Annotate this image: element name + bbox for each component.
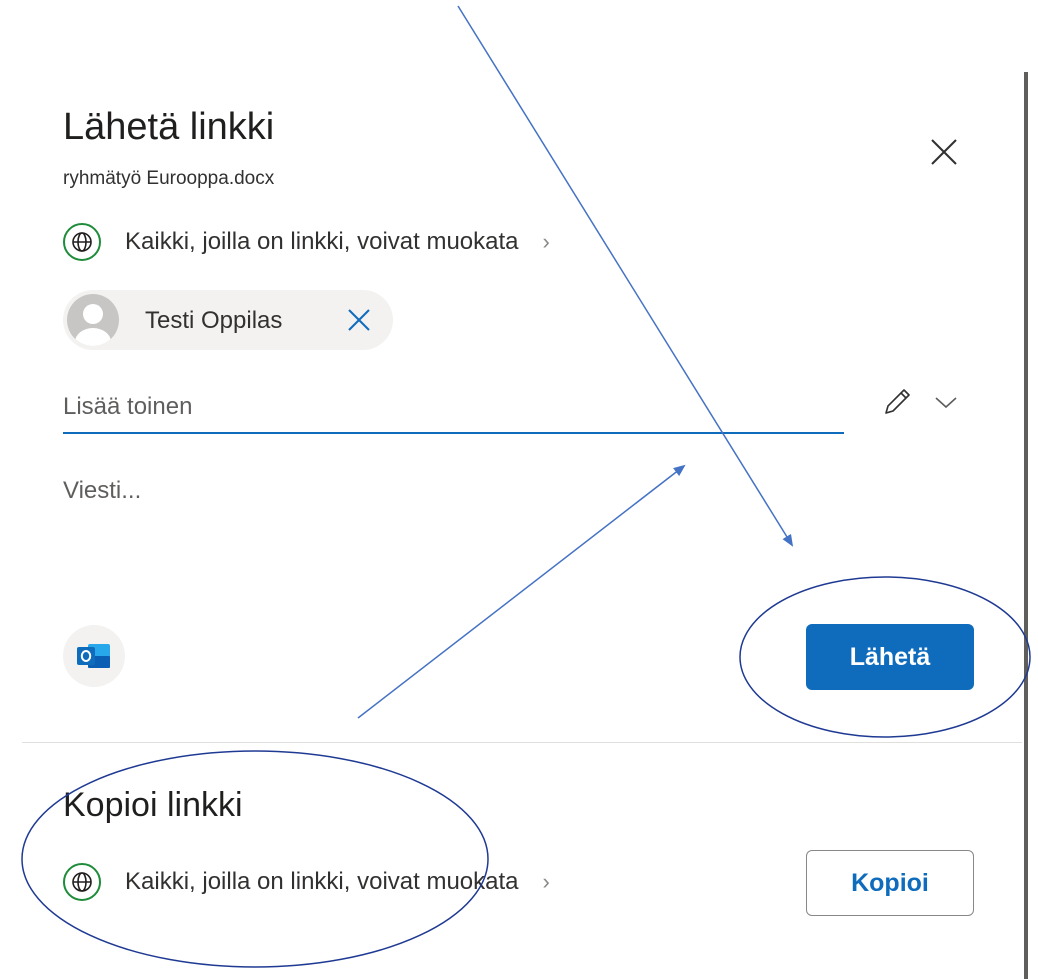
copy-link-settings-row[interactable]: Kaikki, joilla on linkki, voivat muokata… xyxy=(63,863,550,901)
send-button[interactable]: Lähetä xyxy=(806,624,974,690)
annotation-arrow-to-send xyxy=(457,5,794,547)
pencil-icon[interactable] xyxy=(880,385,914,419)
file-name: ryhmätyö Eurooppa.docx xyxy=(63,168,275,189)
recipient-name: Testi Oppilas xyxy=(145,307,283,334)
message-input[interactable]: Viesti... xyxy=(63,477,141,505)
copy-button[interactable]: Kopioi xyxy=(806,850,974,916)
link-permission-text: Kaikki, joilla on linkki, voivat muokata xyxy=(125,228,519,255)
annotation-arrow-to-input xyxy=(357,464,686,719)
copy-link-title: Kopioi linkki xyxy=(63,786,243,824)
section-divider xyxy=(22,742,1022,743)
dialog-title: Lähetä linkki xyxy=(63,106,275,148)
chevron-down-icon[interactable] xyxy=(932,390,960,414)
recipient-chip: Testi Oppilas xyxy=(63,290,393,350)
annotation-circle-copy-link xyxy=(21,750,489,968)
add-recipient-input[interactable] xyxy=(63,382,844,434)
close-icon[interactable] xyxy=(926,134,962,170)
remove-recipient-icon[interactable] xyxy=(345,306,373,334)
scrollbar[interactable] xyxy=(1024,72,1028,979)
avatar xyxy=(67,294,119,346)
outlook-icon[interactable] xyxy=(63,625,125,687)
globe-icon xyxy=(63,863,101,901)
globe-icon xyxy=(63,223,101,261)
copy-link-permission-text: Kaikki, joilla on linkki, voivat muokata xyxy=(125,868,519,895)
link-settings-row[interactable]: Kaikki, joilla on linkki, voivat muokata… xyxy=(63,223,550,261)
chevron-right-icon: › xyxy=(542,869,550,894)
chevron-right-icon: › xyxy=(542,229,550,254)
